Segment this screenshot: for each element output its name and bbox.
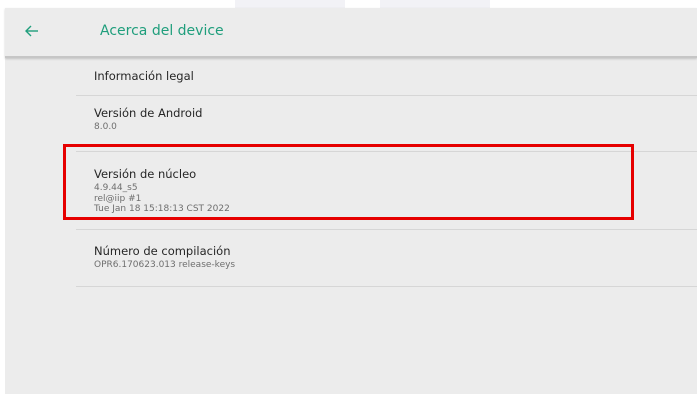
list-item-title: Número de compilación <box>94 244 231 258</box>
background-stripe-middle <box>235 0 345 8</box>
app-bar: Acerca del device <box>5 8 697 58</box>
settings-list: Información legal Versión de Android 8.0… <box>76 58 697 287</box>
list-item-legal-info[interactable]: Información legal <box>76 58 697 96</box>
list-item-android-version[interactable]: Versión de Android 8.0.0 <box>76 96 697 152</box>
background-stripe-right <box>380 0 490 8</box>
list-item-value: Tue Jan 18 15:18:13 CST 2022 <box>94 204 230 214</box>
list-item-value: OPR6.170623.013 release-keys <box>94 260 236 270</box>
list-item-kernel-version[interactable]: Versión de núcleo 4.9.44_s5 rel@iip #1 T… <box>76 152 697 230</box>
list-item-value: rel@iip #1 <box>94 193 142 204</box>
list-item-title: Versión de núcleo <box>94 167 197 181</box>
settings-screen: Acerca del device Información legal Vers… <box>5 8 697 394</box>
list-item-title: Información legal <box>94 69 194 83</box>
page-title: Acerca del device <box>100 23 224 39</box>
list-item-title: Versión de Android <box>94 106 203 120</box>
list-item-build-number[interactable]: Número de compilación OPR6.170623.013 re… <box>76 230 697 287</box>
list-item-value: 4.9.44_s5 <box>94 183 138 193</box>
list-item-value: 8.0.0 <box>94 122 117 132</box>
background-stripe-left <box>0 0 5 8</box>
arrow-left-icon[interactable] <box>23 22 41 40</box>
